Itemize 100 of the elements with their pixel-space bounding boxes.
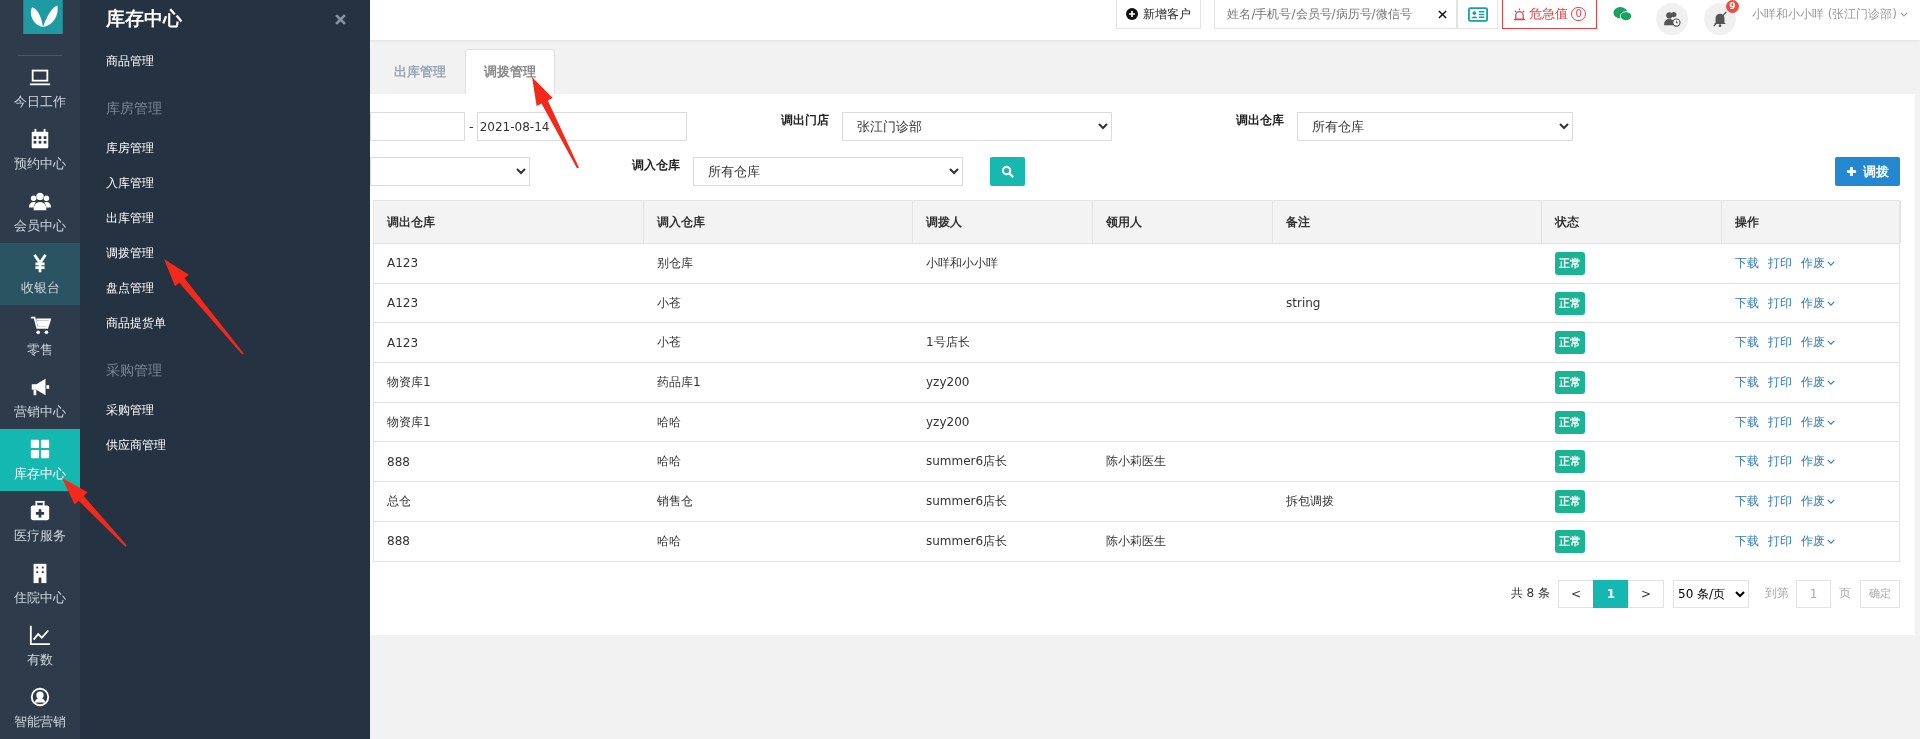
- void-link[interactable]: 作废: [1801, 492, 1835, 510]
- sidebar-item[interactable]: 零售: [0, 305, 80, 367]
- date-field[interactable]: 2021-08-14: [476, 112, 687, 141]
- sidebar-item[interactable]: 医疗服务: [0, 491, 80, 553]
- status-badge: 正常: [1555, 489, 1585, 513]
- search-icon: [1001, 165, 1014, 178]
- caret-icon: [1827, 498, 1835, 504]
- submenu-group-heading: 采购管理: [106, 361, 163, 380]
- print-link[interactable]: 打印: [1768, 453, 1792, 471]
- plus-circle-icon: [1126, 8, 1139, 20]
- download-link[interactable]: 下载: [1735, 532, 1759, 550]
- submenu-item[interactable]: 调拨管理: [106, 236, 370, 271]
- search-box[interactable]: 姓名/手机号/会员号/病历号/微信号: [1214, 0, 1458, 29]
- submenu-item[interactable]: 供应商管理: [106, 428, 370, 463]
- caret-icon: [1827, 340, 1835, 346]
- sidebar-item[interactable]: 有数: [0, 615, 80, 677]
- submenu-item[interactable]: 出库管理: [106, 201, 370, 236]
- muted-bell-icon: [1711, 11, 1728, 27]
- download-link[interactable]: 下载: [1735, 334, 1759, 352]
- download-link[interactable]: 下载: [1735, 492, 1759, 510]
- print-link[interactable]: 打印: [1768, 532, 1792, 550]
- previous-page-button[interactable]: <: [1558, 579, 1594, 608]
- table-cell: A123: [387, 335, 419, 350]
- void-link[interactable]: 作废: [1801, 532, 1835, 550]
- table-cell: 1号店长: [926, 334, 970, 352]
- caret-icon: [1827, 538, 1835, 544]
- table-cell: 陈小莉医生: [1106, 532, 1166, 550]
- submenu-item[interactable]: 入库管理: [106, 166, 370, 201]
- void-link[interactable]: 作废: [1801, 453, 1835, 471]
- warehouse-select[interactable]: 所有仓库: [1296, 112, 1573, 141]
- void-link[interactable]: 作废: [1801, 294, 1835, 312]
- submenu-item[interactable]: 商品提货单: [106, 306, 370, 341]
- column-header: 备注: [1273, 201, 1542, 243]
- column-header: 调拨人: [913, 201, 1093, 243]
- print-link[interactable]: 打印: [1768, 373, 1792, 391]
- warehouse-select[interactable]: 所有仓库: [693, 157, 963, 186]
- print-link[interactable]: 打印: [1768, 413, 1792, 431]
- next-page-button[interactable]: >: [1628, 579, 1664, 608]
- add-transfer-button[interactable]: 调拨: [1835, 157, 1900, 186]
- critical-value-button[interactable]: 危急值 0: [1502, 0, 1597, 29]
- download-link[interactable]: 下载: [1735, 453, 1759, 471]
- search-field[interactable]: 姓名/手机号/会员号/病历号/微信号: [1225, 6, 1439, 22]
- tab[interactable]: 调拨管理: [465, 49, 555, 94]
- table-cell: 物资库1: [387, 413, 431, 431]
- notification-button[interactable]: 9: [1703, 3, 1736, 35]
- sidebar-item[interactable]: 会员中心: [0, 181, 80, 243]
- search-button[interactable]: [990, 157, 1025, 186]
- column-header: 操作: [1722, 201, 1901, 243]
- notification-badge: 9: [1725, 0, 1739, 13]
- print-link[interactable]: 打印: [1768, 254, 1792, 272]
- print-link[interactable]: 打印: [1768, 492, 1792, 510]
- table-cell: 小苍: [657, 294, 681, 312]
- close-icon[interactable]: [335, 13, 346, 25]
- user-menu[interactable]: 小咩和小小咩 (张江门诊部): [1751, 0, 1908, 29]
- grid-icon: [29, 437, 51, 460]
- select-field[interactable]: [370, 157, 530, 186]
- group-clock-icon: [1662, 11, 1681, 27]
- void-link[interactable]: 作废: [1801, 254, 1835, 272]
- sidebar-item[interactable]: 收银台: [0, 243, 80, 305]
- download-link[interactable]: 下载: [1735, 254, 1759, 272]
- column-header: 领用人: [1093, 201, 1273, 243]
- void-link[interactable]: 作废: [1801, 373, 1835, 391]
- status-badge: 正常: [1555, 331, 1585, 355]
- date-field[interactable]: [370, 112, 465, 141]
- status-badge: 正常: [1555, 410, 1585, 434]
- download-link[interactable]: 下载: [1735, 413, 1759, 431]
- plus-icon: [1846, 166, 1857, 177]
- table-cell: 小咩和小小咩: [926, 254, 998, 272]
- chat-bubbles-icon[interactable]: [1612, 6, 1632, 22]
- submenu-item[interactable]: 盘点管理: [106, 271, 370, 306]
- chart-icon: [29, 623, 51, 646]
- print-link[interactable]: 打印: [1768, 294, 1792, 312]
- group-clock-button[interactable]: [1655, 3, 1688, 35]
- page-size-select[interactable]: 50 条/页: [1673, 579, 1749, 608]
- calendar-icon: [29, 127, 51, 150]
- void-link[interactable]: 作废: [1801, 413, 1835, 431]
- caret-icon: [1827, 419, 1835, 425]
- sidebar-item[interactable]: 今日工作: [0, 57, 80, 119]
- add-customer-button[interactable]: 新增客户: [1116, 0, 1202, 29]
- status-badge: 正常: [1555, 291, 1585, 315]
- submenu-item[interactable]: 采购管理: [106, 393, 370, 428]
- download-link[interactable]: 下载: [1735, 294, 1759, 312]
- sidebar-item[interactable]: 营销中心: [0, 367, 80, 429]
- store-select[interactable]: 张江门诊部: [841, 112, 1112, 141]
- table-cell: A123: [387, 296, 419, 311]
- table-cell: 物资库1: [387, 373, 431, 391]
- submenu-item[interactable]: 商品管理: [106, 44, 370, 79]
- submenu-title: 库存中心: [106, 6, 182, 31]
- print-link[interactable]: 打印: [1768, 334, 1792, 352]
- submenu-item[interactable]: 库房管理: [106, 131, 370, 166]
- void-link[interactable]: 作废: [1801, 334, 1835, 352]
- caret-icon: [1827, 300, 1835, 306]
- download-link[interactable]: 下载: [1735, 373, 1759, 391]
- table-cell: A123: [387, 256, 419, 271]
- clear-icon[interactable]: [1438, 9, 1448, 19]
- sidebar-item[interactable]: 智能营销: [0, 677, 80, 739]
- column-header: 调入仓库: [644, 201, 913, 243]
- sidebar-item[interactable]: 预约中心: [0, 119, 80, 181]
- id-card-button[interactable]: [1457, 0, 1499, 29]
- sidebar-item[interactable]: 住院中心: [0, 553, 80, 615]
